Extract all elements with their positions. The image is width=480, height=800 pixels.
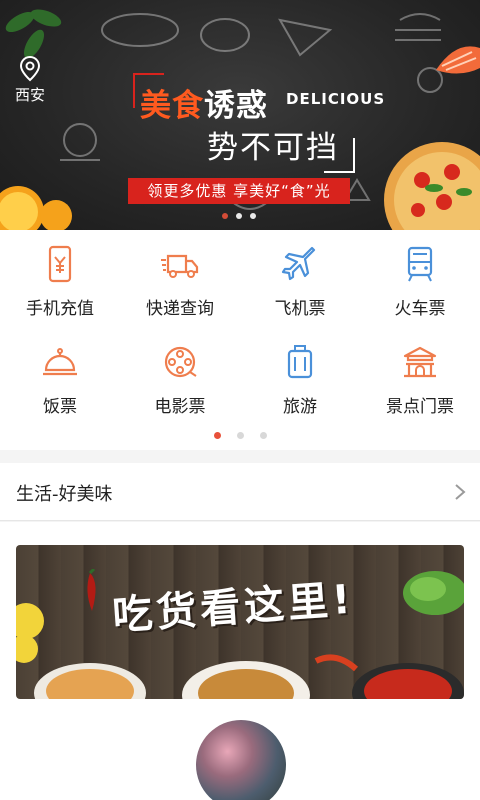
pager-dot[interactable] <box>214 432 221 439</box>
train-icon <box>407 246 433 282</box>
featured-photo-avatar[interactable] <box>196 720 286 800</box>
service-phone-recharge[interactable]: 手机充值 <box>0 230 120 326</box>
section-header-life[interactable]: 生活-好美味 <box>0 463 480 521</box>
pizza-icon <box>384 142 480 230</box>
service-train-ticket[interactable]: 火车票 <box>360 230 480 326</box>
hero-banner[interactable]: 西安 美食诱惑 DELICIOUS 势不可挡 领更多优惠 享美好“食”光 <box>0 0 480 230</box>
lettuce-icon <box>403 571 464 615</box>
airplane-icon <box>281 246 316 281</box>
film-reel-icon <box>164 346 197 378</box>
service-movie-ticket[interactable]: 电影票 <box>120 328 240 424</box>
section-title: 生活-好美味 <box>16 484 113 505</box>
service-label: 火车票 <box>394 299 446 319</box>
foodie-promo-card[interactable]: 吃货看这里! <box>16 545 464 699</box>
headline-line2: 势不可挡 <box>207 130 339 166</box>
delivery-truck-icon <box>161 254 199 278</box>
service-label: 景点门票 <box>386 397 454 417</box>
service-pager-dots <box>214 432 267 439</box>
service-travel[interactable]: 旅游 <box>240 328 360 424</box>
landmark-gate-icon <box>403 346 437 378</box>
location-selector[interactable]: 西安 <box>10 56 50 105</box>
chevron-right-icon[interactable] <box>454 483 466 501</box>
service-label: 旅游 <box>283 397 317 417</box>
pager-dot[interactable] <box>237 432 244 439</box>
service-grid: 手机充值 快递查询 飞机票 火车票 饭票 电影票 旅游 景点门票 <box>0 230 480 450</box>
service-scenic-ticket[interactable]: 景点门票 <box>360 328 480 424</box>
service-flight-ticket[interactable]: 飞机票 <box>240 230 360 326</box>
promo-band: 领更多优惠 享美好“食”光 <box>128 178 350 204</box>
headline-line1: 美食诱惑 <box>140 80 268 125</box>
salmon-icon <box>436 46 480 74</box>
carousel-dot[interactable] <box>250 213 256 219</box>
service-label: 飞机票 <box>274 299 326 319</box>
pager-dot[interactable] <box>260 432 267 439</box>
orange-icon <box>0 186 72 230</box>
location-pin-icon <box>19 56 41 82</box>
headline-english: DELICIOUS <box>286 90 386 108</box>
promo-title: 吃货看这里! <box>110 576 356 640</box>
headline-orange: 美食 <box>140 88 204 124</box>
chili-icon <box>87 569 96 611</box>
phone-recharge-icon <box>48 245 72 283</box>
service-label: 手机充值 <box>26 299 94 319</box>
service-delivery-query[interactable]: 快递查询 <box>120 230 240 326</box>
section-content: 吃货看这里! <box>0 522 480 800</box>
suitcase-icon <box>287 345 313 379</box>
food-plates-icon <box>34 654 464 699</box>
service-meal-ticket[interactable]: 饭票 <box>0 328 120 424</box>
carousel-dot[interactable] <box>236 213 242 219</box>
location-label: 西安 <box>14 86 45 104</box>
service-label: 电影票 <box>154 397 206 417</box>
food-dome-icon <box>43 348 77 376</box>
service-label: 快递查询 <box>146 299 214 319</box>
banner-carousel-dots <box>222 213 256 219</box>
carousel-dot[interactable] <box>222 213 228 219</box>
headline-white: 诱惑 <box>204 88 268 124</box>
service-label: 饭票 <box>43 397 77 417</box>
